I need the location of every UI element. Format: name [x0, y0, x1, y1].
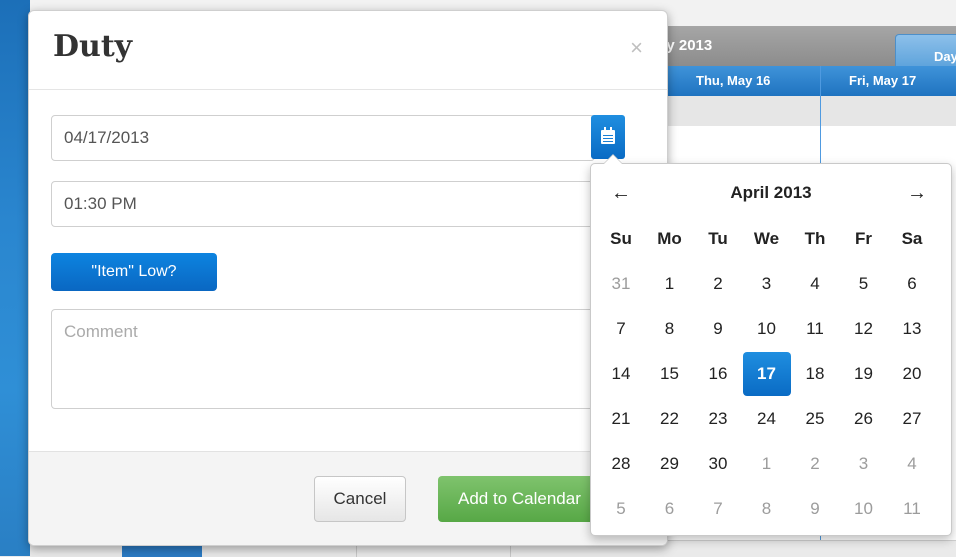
datepicker-popup: ← April 2013 → Su Mo Tu We Th Fr Sa 31 1 2 3 4 5 6 7 8…	[590, 154, 952, 536]
calendar-day[interactable]: 9	[791, 487, 839, 531]
calendar-day[interactable]: 15	[646, 352, 694, 396]
calendar-day[interactable]: 4	[888, 442, 936, 486]
modal-header: Duty ×	[29, 11, 667, 90]
calendar-day[interactable]: 25	[791, 397, 839, 441]
calendar-day[interactable]: 5	[840, 262, 888, 306]
calendar-day[interactable]: 29	[646, 442, 694, 486]
prev-month-arrow-icon[interactable]: ←	[601, 176, 641, 210]
calendar-day[interactable]: 1	[646, 262, 694, 306]
calendar-day[interactable]: 7	[694, 487, 742, 531]
all-day-row	[650, 96, 956, 127]
calendar-day[interactable]: 4	[791, 262, 839, 306]
modal-footer: Cancel Add to Calendar	[29, 451, 667, 545]
comment-placeholder: Comment	[64, 322, 138, 341]
close-icon[interactable]: ×	[630, 35, 643, 61]
weekday-header: Mo	[657, 229, 682, 248]
date-input[interactable]: 04/17/2013	[51, 115, 595, 161]
calendar-day[interactable]: 3	[743, 262, 791, 306]
calendar-button[interactable]	[591, 115, 625, 159]
day-view-tab[interactable]: Day	[895, 34, 956, 66]
calendar-day[interactable]: 12	[840, 307, 888, 351]
duty-modal: Duty × 04/17/2013 01:30 PM "Item" Low? C…	[28, 10, 668, 546]
calendar-day[interactable]: 2	[791, 442, 839, 486]
calendar-header: ay 2013 Day	[650, 26, 956, 66]
calendar-day[interactable]: 13	[888, 307, 936, 351]
calendar-day[interactable]: 5	[597, 487, 645, 531]
item-low-button[interactable]: "Item" Low?	[51, 253, 217, 291]
calendar-day[interactable]: 7	[597, 307, 645, 351]
calendar-day[interactable]: 21	[597, 397, 645, 441]
day-header-fri[interactable]: Fri, May 17	[820, 66, 956, 96]
calendar-day[interactable]: 28	[597, 442, 645, 486]
weekday-header: We	[753, 229, 780, 248]
calendar-day[interactable]: 11	[791, 307, 839, 351]
next-month-arrow-icon[interactable]: →	[897, 176, 937, 210]
app-sidebar-strip	[0, 0, 30, 556]
time-input[interactable]: 01:30 PM	[51, 181, 631, 227]
cancel-button[interactable]: Cancel	[314, 476, 406, 522]
calendar-day[interactable]: 18	[791, 352, 839, 396]
calendar-day[interactable]: 31	[597, 262, 645, 306]
calendar-day[interactable]: 27	[888, 397, 936, 441]
weekday-header: Sa	[901, 229, 923, 248]
day-header-row: Thu, May 16 Fri, May 17	[650, 66, 956, 96]
weekday-header: Th	[804, 229, 826, 248]
datepicker-pointer-inner	[604, 155, 622, 164]
weekday-header: Fr	[855, 229, 872, 248]
calendar-day[interactable]: 10	[743, 307, 791, 351]
weekday-header: Tu	[708, 229, 728, 248]
weekday-header: Su	[610, 229, 632, 248]
calendar-icon	[601, 127, 615, 144]
calendar-day[interactable]: 11	[888, 487, 936, 531]
calendar-day[interactable]: 23	[694, 397, 742, 441]
datepicker-month-title[interactable]: April 2013	[651, 176, 891, 210]
selected-day[interactable]: 17	[742, 352, 791, 396]
comment-textarea[interactable]: Comment	[51, 309, 631, 409]
calendar-day[interactable]: 22	[646, 397, 694, 441]
calendar-day[interactable]: 8	[646, 307, 694, 351]
calendar-day[interactable]: 10	[840, 487, 888, 531]
calendar-day[interactable]: 24	[743, 397, 791, 441]
calendar-day[interactable]: 20	[888, 352, 936, 396]
calendar-day[interactable]: 30	[694, 442, 742, 486]
calendar-day[interactable]: 26	[840, 397, 888, 441]
calendar-day[interactable]: 8	[743, 487, 791, 531]
calendar-day[interactable]: 16	[694, 352, 742, 396]
calendar-day[interactable]: 1	[743, 442, 791, 486]
calendar-day[interactable]: 14	[597, 352, 645, 396]
calendar-day[interactable]: 2	[694, 262, 742, 306]
calendar-day[interactable]: 6	[888, 262, 936, 306]
day-header-thu[interactable]: Thu, May 16	[650, 66, 820, 96]
calendar-day[interactable]: 3	[840, 442, 888, 486]
calendar-day[interactable]: 9	[694, 307, 742, 351]
modal-title: Duty	[53, 29, 133, 64]
calendar-day[interactable]: 6	[646, 487, 694, 531]
calendar-day[interactable]: 19	[840, 352, 888, 396]
